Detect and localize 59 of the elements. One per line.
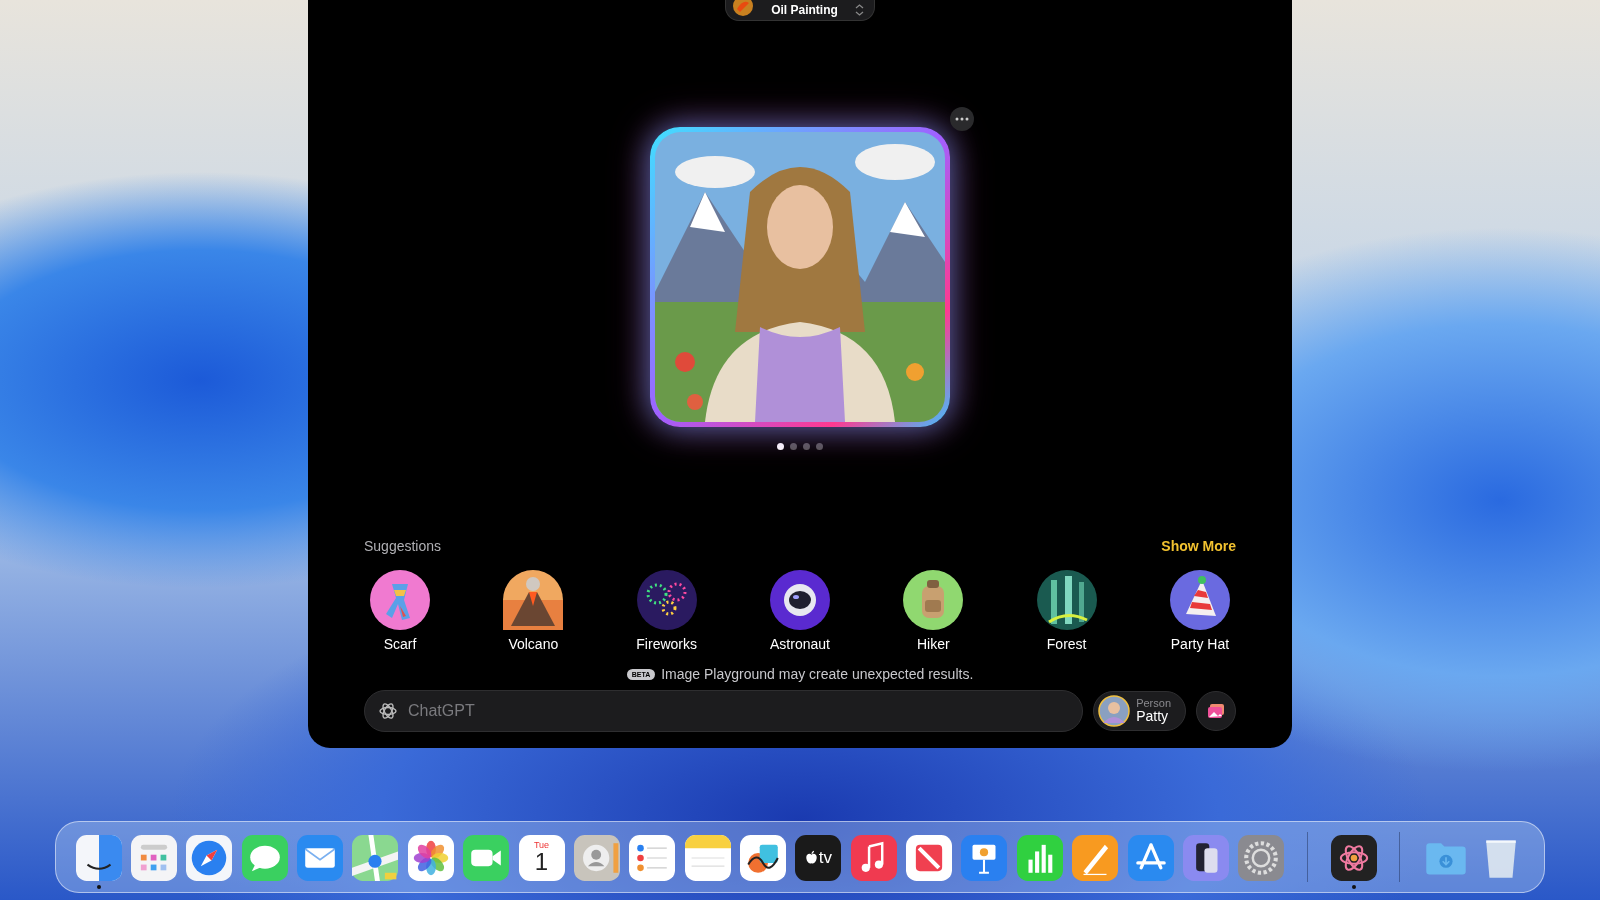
- checklist-icon: [629, 834, 676, 881]
- style-picker[interactable]: Oil Painting: [725, 0, 875, 21]
- paint-blob-icon: [732, 0, 754, 17]
- prompt-field[interactable]: ChatGPT: [364, 690, 1084, 732]
- suggestion-item[interactable]: Fireworks: [630, 570, 703, 652]
- image-button[interactable]: [1196, 691, 1236, 731]
- forest-icon: [1036, 570, 1097, 630]
- whiteboard-icon: [740, 834, 786, 881]
- running-indicator: [96, 884, 101, 889]
- party-hat-icon: [1169, 570, 1230, 630]
- calendar-icon: Tue 1: [518, 834, 565, 881]
- music-note-icon: [850, 834, 897, 881]
- news-icon: [906, 834, 953, 881]
- chevron-icon: [855, 4, 864, 16]
- section-title: Suggestions: [364, 538, 442, 554]
- suggestion-item[interactable]: Forest: [1030, 570, 1103, 652]
- suggestion-item[interactable]: Party Hat: [1163, 570, 1236, 652]
- video-camera-icon: [463, 834, 510, 881]
- chat-bubble-icon: [241, 834, 288, 881]
- ellipsis-icon: [955, 117, 969, 121]
- app-grid-icon: [131, 834, 178, 881]
- disclaimer-text: Image Playground may create unexpected results.: [661, 666, 974, 682]
- map-icon: [352, 834, 399, 881]
- flower-icon: [407, 834, 454, 881]
- finder-icon: [75, 834, 122, 881]
- pen-icon: [1072, 834, 1119, 881]
- suggestion-item[interactable]: Astronaut: [764, 570, 836, 652]
- page-dot[interactable]: [777, 443, 784, 450]
- page-dot[interactable]: [816, 443, 823, 450]
- dock-item[interactable]: tv: [790, 825, 847, 889]
- volcano-icon: [503, 570, 564, 630]
- astronaut-icon: [770, 570, 830, 630]
- bar-chart-icon: [1016, 834, 1063, 881]
- show-more-link[interactable]: Show More: [1161, 538, 1236, 554]
- suggestion-item[interactable]: Hiker: [897, 570, 970, 652]
- page-dot[interactable]: [790, 443, 797, 450]
- running-indicator: [1351, 884, 1356, 889]
- phone-icon: [1182, 834, 1229, 881]
- podium-icon: [961, 834, 1008, 881]
- contact-card-icon: [573, 834, 620, 881]
- tv-app-icon: tv: [795, 834, 842, 881]
- suggestion-item[interactable]: Scarf: [364, 570, 436, 652]
- dock-item[interactable]: Tue 1: [513, 825, 570, 889]
- photos-icon: [1207, 703, 1225, 719]
- person-button[interactable]: Person Patty: [1093, 691, 1186, 731]
- suggestion-item[interactable]: Volcano: [497, 570, 570, 652]
- page-dot[interactable]: [803, 443, 810, 450]
- envelope-icon: [297, 834, 344, 881]
- gear-icon: [1238, 834, 1285, 881]
- app-store-icon: [1127, 834, 1174, 881]
- knot-icon: [378, 701, 398, 721]
- scarf-icon: [370, 570, 430, 630]
- notepad-icon: [684, 834, 731, 881]
- swirl-icon: [1330, 834, 1377, 881]
- compass-icon: [186, 834, 233, 881]
- more-button[interactable]: [950, 107, 974, 131]
- fireworks-icon: [636, 570, 697, 630]
- avatar-icon: [1098, 695, 1131, 727]
- backpack-icon: [903, 570, 964, 630]
